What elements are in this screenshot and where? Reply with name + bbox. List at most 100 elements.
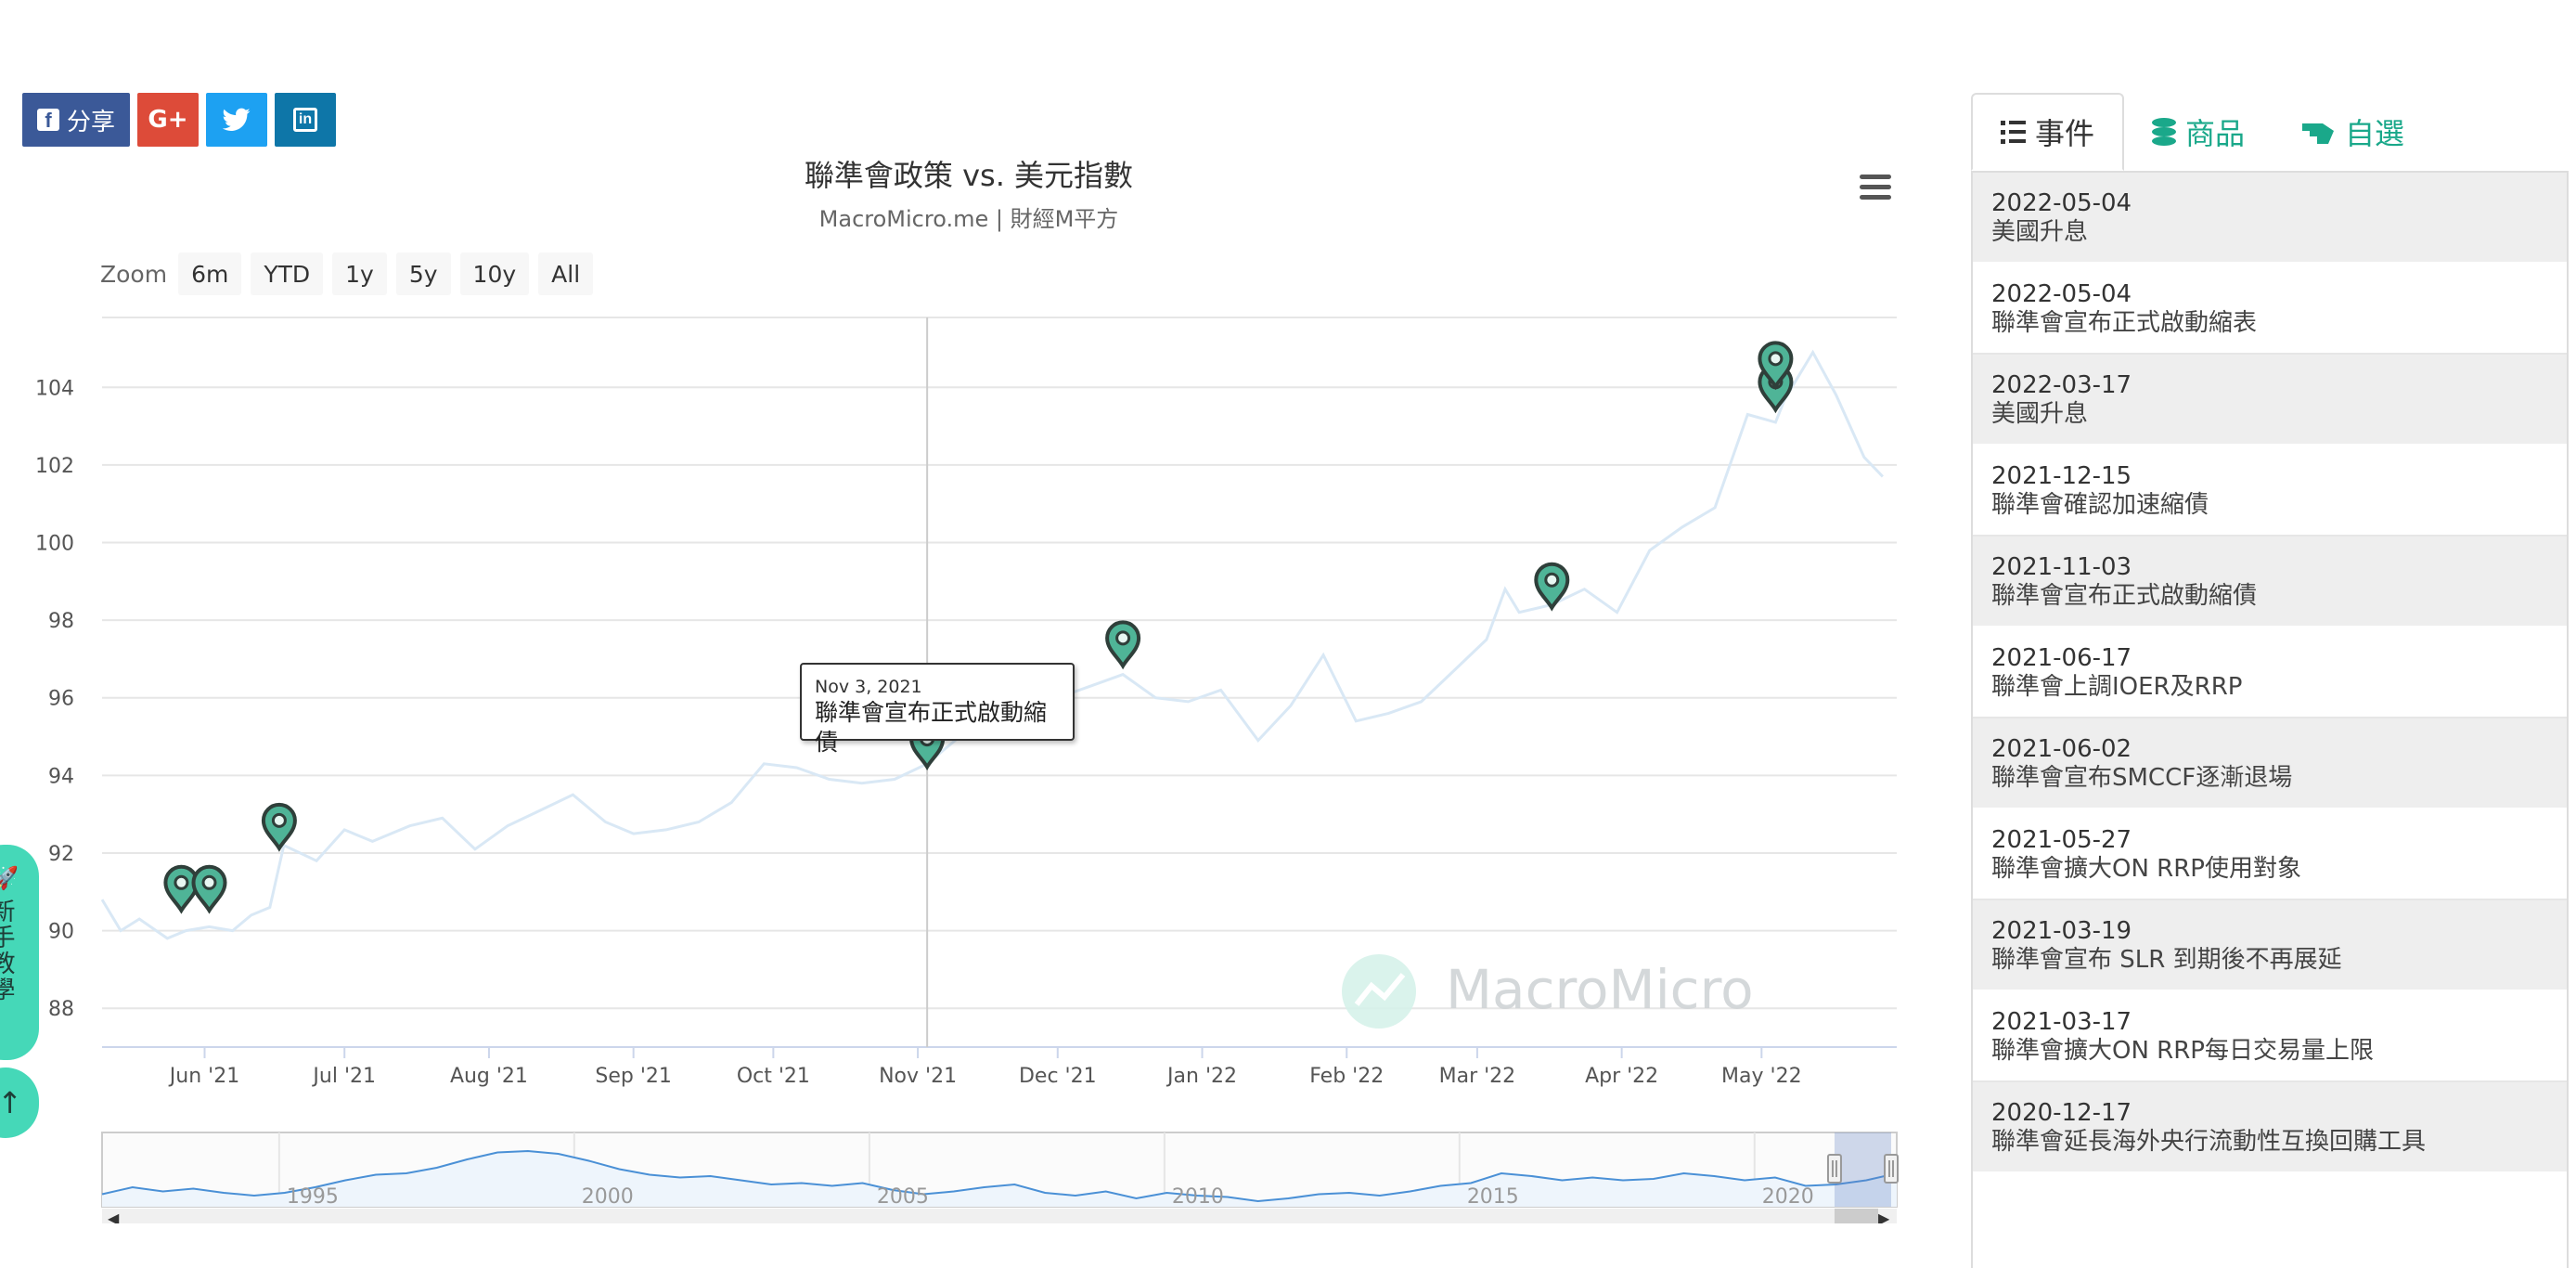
zoom-label: Zoom bbox=[100, 260, 168, 288]
x-tick-label: Dec '21 bbox=[1019, 1065, 1097, 1088]
macromicro-watermark: MacroMicro bbox=[1342, 954, 1754, 1029]
y-tick-label: 94 bbox=[48, 765, 74, 788]
event-date: 2021-03-19 bbox=[1991, 917, 2132, 945]
zoom-10y-button[interactable]: 10y bbox=[459, 252, 530, 295]
x-tick-label: May '22 bbox=[1721, 1065, 1802, 1088]
x-axis-labels: Jun '21 Jul '21 Aug '21 Sep '21 Oct '21 Nov '… bbox=[168, 1047, 1802, 1088]
chart-menu-icon[interactable] bbox=[1860, 175, 1891, 205]
event-date: 2021-11-03 bbox=[1991, 553, 2132, 581]
event-date: 2021-05-27 bbox=[1991, 826, 2132, 854]
x-tick-label: Jun '21 bbox=[168, 1065, 239, 1088]
event-text: 聯準會宣布正式啟動縮債 bbox=[1991, 582, 2258, 610]
chart-tooltip: Nov 3, 2021 聯準會宣布正式啟動縮債 bbox=[800, 663, 1075, 756]
navigator-tick-label: 2005 bbox=[877, 1185, 929, 1209]
zoom-5y-button[interactable]: 5y bbox=[395, 252, 451, 295]
navigator-selection[interactable] bbox=[1834, 1132, 1891, 1207]
tab-products[interactable]: 商品 bbox=[2124, 93, 2273, 171]
list-icon bbox=[2001, 121, 2026, 144]
tooltip-text: 聯準會宣布正式啟動縮債 bbox=[815, 699, 1048, 756]
event-item[interactable]: 2020-12-17 聯準會延長海外央行流動性互換回購工具 bbox=[1973, 1082, 2567, 1173]
event-date: 2022-05-04 bbox=[1991, 280, 2132, 308]
x-tick-label: Jul '21 bbox=[311, 1065, 376, 1088]
event-item[interactable]: 2021-03-19 聯準會宣布 SLR 到期後不再展延 bbox=[1973, 900, 2567, 991]
event-item[interactable]: 2021-06-02 聯準會宣布SMCCF逐漸退場 bbox=[1973, 718, 2567, 809]
event-marker[interactable] bbox=[191, 864, 227, 914]
y-tick-label: 102 bbox=[35, 455, 74, 478]
x-tick-label: Jan '22 bbox=[1166, 1065, 1237, 1088]
y-tick-label: 90 bbox=[48, 921, 74, 944]
event-text: 聯準會上調IOER及RRP bbox=[1991, 673, 2243, 701]
panel-tabs: 事件 商品 自選 bbox=[1971, 93, 2569, 173]
y-tick-label: 100 bbox=[35, 532, 74, 555]
event-text: 聯準會宣布SMCCF逐漸退場 bbox=[1991, 764, 2293, 792]
tutorial-button[interactable]: 🚀 新手教學 bbox=[0, 845, 39, 1060]
zoom-bar: Zoom 6m YTD 1y 5y 10y All bbox=[100, 252, 594, 295]
hand-pointer-icon bbox=[2302, 123, 2335, 144]
x-tick-label: Oct '21 bbox=[737, 1065, 810, 1088]
event-item[interactable]: 2021-03-17 聯準會擴大ON RRP每日交易量上限 bbox=[1973, 991, 2567, 1082]
event-item[interactable]: 2021-06-17 聯準會上調IOER及RRP bbox=[1973, 628, 2567, 718]
rocket-icon: 🚀 bbox=[0, 865, 19, 891]
facebook-icon: f bbox=[36, 109, 59, 131]
event-item[interactable]: 2022-05-04 美國升息 bbox=[1973, 173, 2567, 264]
event-item[interactable]: 2022-05-04 聯準會宣布正式啟動縮表 bbox=[1973, 264, 2567, 355]
tab-products-label: 商品 bbox=[2185, 116, 2246, 151]
scrollbar-track[interactable] bbox=[102, 1209, 1897, 1223]
event-marker[interactable] bbox=[163, 864, 200, 914]
navigator-tick-label: 2020 bbox=[1762, 1185, 1814, 1209]
event-marker[interactable] bbox=[1534, 562, 1570, 612]
x-tick-label: Mar '22 bbox=[1439, 1065, 1516, 1088]
series-line bbox=[100, 349, 1884, 940]
side-panel: 事件 商品 自選 2022-05-04 美國升息 2022-05-04 聯準會宣布正式… bbox=[1971, 93, 2569, 1268]
pin-dot bbox=[271, 812, 287, 828]
scrollbar[interactable]: ◀ ▶ bbox=[102, 1209, 1897, 1223]
y-tick-label: 104 bbox=[35, 377, 74, 400]
arrow-up-icon: ↑ bbox=[0, 1085, 22, 1120]
tooltip-date: Nov 3, 2021 bbox=[815, 677, 922, 697]
event-date: 2022-03-17 bbox=[1991, 371, 2132, 399]
y-axis-labels: 88 90 92 94 96 98 100 102 104 bbox=[35, 377, 74, 1021]
event-date: 2021-06-02 bbox=[1991, 735, 2132, 763]
zoom-ytd-button[interactable]: YTD bbox=[251, 252, 324, 295]
database-icon bbox=[2152, 118, 2177, 146]
navigator-tick-label: 2000 bbox=[582, 1185, 634, 1209]
event-text: 聯準會延長海外央行流動性互換回購工具 bbox=[1991, 1128, 2427, 1156]
event-date: 2020-12-17 bbox=[1991, 1099, 2132, 1127]
pin-dot bbox=[1544, 572, 1560, 588]
event-item[interactable]: 2022-03-17 美國升息 bbox=[1973, 355, 2567, 446]
chart-subtitle: MacroMicro.me | 財經M平方 bbox=[819, 206, 1119, 232]
event-marker[interactable] bbox=[261, 802, 297, 852]
facebook-share-label: 分享 bbox=[66, 108, 115, 136]
navigator[interactable]: 1995 2000 2005 2010 2015 2020 bbox=[101, 1132, 1899, 1209]
zoom-all-button[interactable]: All bbox=[538, 252, 594, 295]
navigator-tick-label: 1995 bbox=[287, 1185, 339, 1209]
tab-events[interactable]: 事件 bbox=[1971, 93, 2125, 171]
scrollbar-right-arrow[interactable]: ▶ bbox=[1878, 1210, 1890, 1223]
tab-watchlist[interactable]: 自選 bbox=[2273, 93, 2432, 171]
linkedin-icon: in bbox=[293, 108, 317, 132]
event-date: 2022-05-04 bbox=[1991, 189, 2132, 217]
scrollbar-thumb[interactable] bbox=[1834, 1209, 1878, 1223]
tab-events-label: 事件 bbox=[2035, 116, 2095, 151]
event-list: 2022-05-04 美國升息 2022-05-04 聯準會宣布正式啟動縮表 2022-… bbox=[1971, 173, 2569, 1268]
event-text: 聯準會擴大ON RRP每日交易量上限 bbox=[1991, 1037, 2374, 1065]
event-date: 2021-03-17 bbox=[1991, 1008, 2132, 1036]
event-item[interactable]: 2021-12-15 聯準會確認加速縮債 bbox=[1973, 446, 2567, 537]
event-text: 聯準會宣布 SLR 到期後不再展延 bbox=[1991, 946, 2342, 974]
pin-dot bbox=[201, 874, 217, 890]
event-marker[interactable] bbox=[1105, 620, 1141, 670]
tutorial-label: 新手教學 bbox=[0, 899, 15, 1003]
navigator-tick-label: 2010 bbox=[1172, 1185, 1224, 1209]
navigator-tick-label: 2015 bbox=[1467, 1185, 1519, 1209]
navigator-handle[interactable] bbox=[1884, 1154, 1899, 1184]
zoom-6m-button[interactable]: 6m bbox=[178, 252, 242, 295]
navigator-handle[interactable] bbox=[1826, 1154, 1842, 1184]
scrollbar-left-arrow[interactable]: ◀ bbox=[108, 1210, 120, 1223]
event-date: 2021-12-15 bbox=[1991, 462, 2132, 490]
zoom-1y-button[interactable]: 1y bbox=[332, 252, 387, 295]
event-date: 2021-06-17 bbox=[1991, 644, 2132, 672]
event-item[interactable]: 2021-05-27 聯準會擴大ON RRP使用對象 bbox=[1973, 809, 2567, 900]
event-text: 聯準會擴大ON RRP使用對象 bbox=[1991, 855, 2301, 883]
event-item[interactable]: 2021-11-03 聯準會宣布正式啟動縮債 bbox=[1973, 537, 2567, 628]
event-text: 美國升息 bbox=[1991, 400, 2089, 428]
